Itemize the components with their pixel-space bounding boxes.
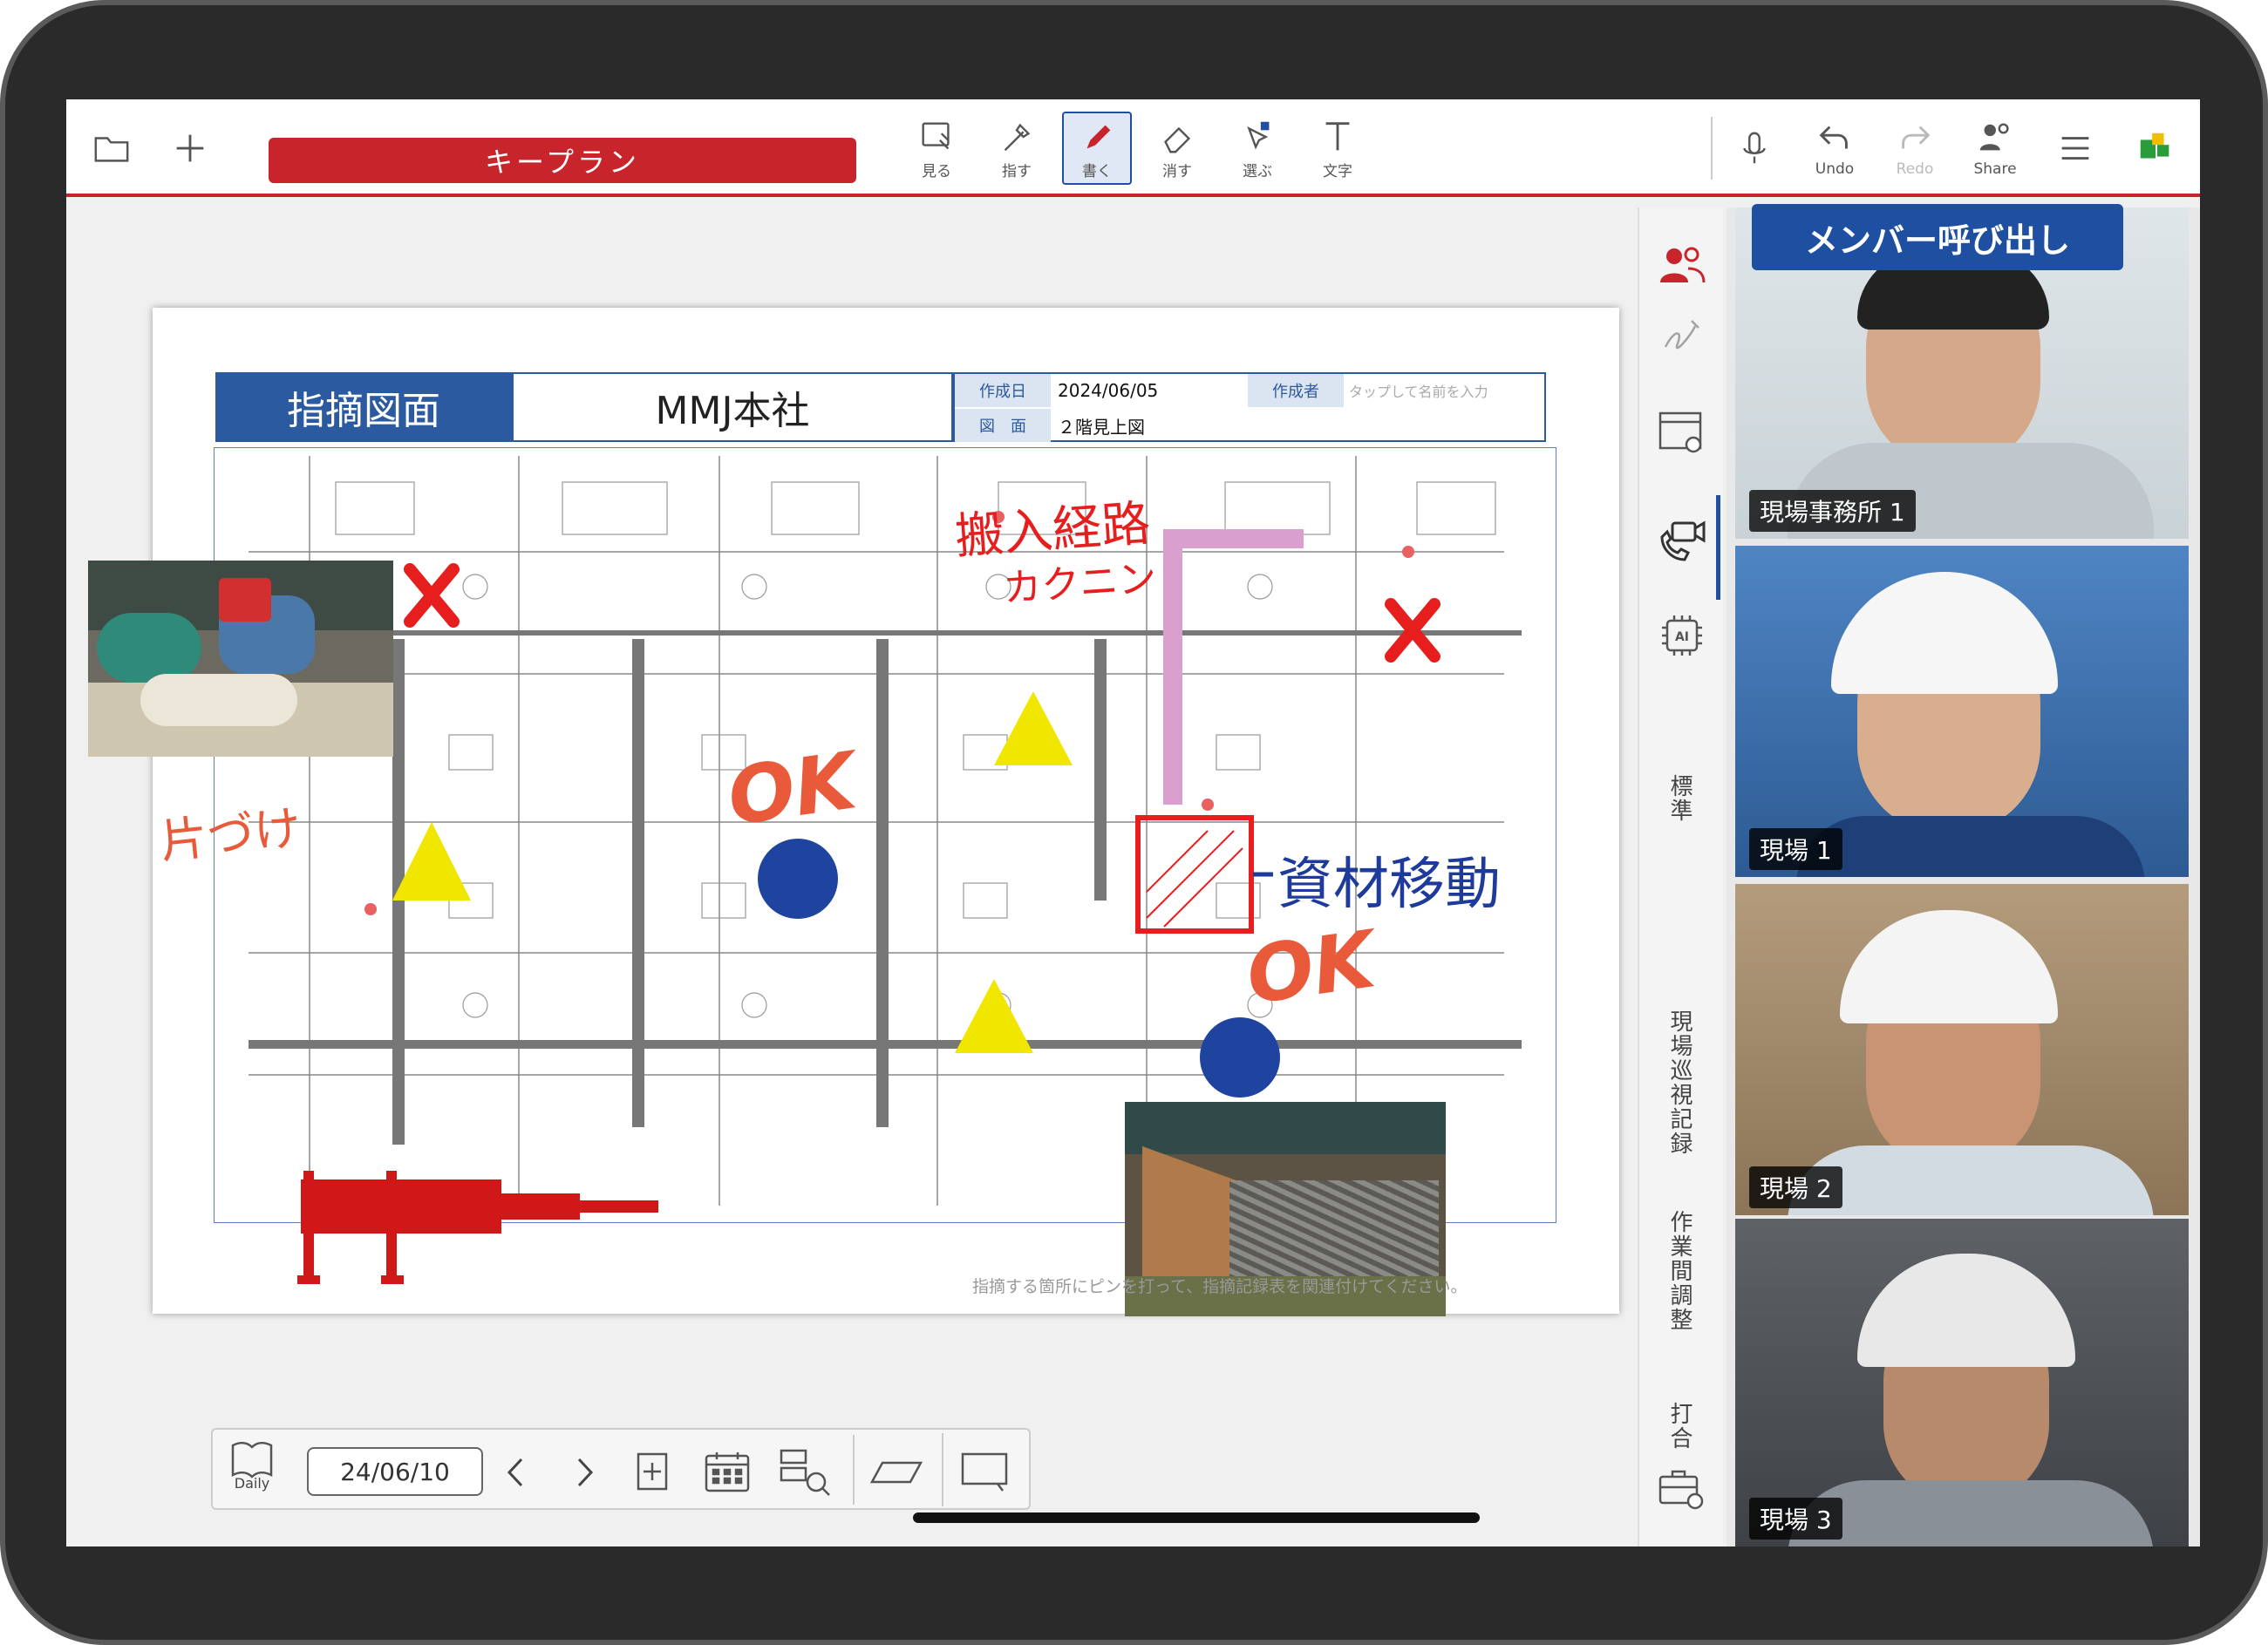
warning-triangle[interactable]: [392, 822, 471, 901]
bottom-navigation-bar: Daily 24/06/10: [211, 1428, 1031, 1510]
tool-select-label: 選ぶ: [1243, 162, 1272, 180]
signature-icon[interactable]: [1657, 312, 1707, 363]
chevron-left-icon[interactable]: [499, 1452, 534, 1492]
folder-icon[interactable]: [77, 112, 146, 185]
participant-name: 現場 3: [1749, 1498, 1842, 1540]
tool-pen[interactable]: 書く: [1062, 112, 1132, 185]
chevron-right-icon[interactable]: [567, 1452, 602, 1492]
tab-standard[interactable]: 標準: [1664, 774, 1696, 823]
helmet-shape: [1831, 572, 2058, 694]
caution-annotation[interactable]: カクニン: [1001, 547, 1158, 613]
tool-text[interactable]: 文字: [1303, 112, 1372, 185]
helmet-shape: [1840, 910, 2058, 1023]
video-tile[interactable]: 現場 3: [1735, 1219, 2189, 1546]
bar-divider: [853, 1435, 855, 1505]
share-label: Share: [1973, 160, 2017, 178]
tab-meeting[interactable]: 打合: [1664, 1402, 1696, 1451]
tab-work-coordination[interactable]: 作業間調整: [1664, 1210, 1696, 1332]
parallelogram-icon[interactable]: [867, 1452, 928, 1492]
tool-pen-label: 書く: [1082, 162, 1112, 180]
undo-button[interactable]: Undo: [1800, 112, 1870, 185]
tool-view[interactable]: 見る: [902, 112, 971, 185]
mic-icon[interactable]: [1720, 112, 1789, 185]
tower-crane-symbol: [297, 1171, 658, 1284]
warning-triangle[interactable]: [955, 979, 1033, 1053]
video-call-panel: 現場事務所 1 現場 1 現場 2 現場 3: [1727, 207, 2200, 1546]
share-button[interactable]: Share: [1960, 112, 2030, 185]
tool-pointer-label: 指す: [1002, 162, 1032, 180]
tool-text-label: 文字: [1323, 162, 1352, 180]
ai-icon[interactable]: AI: [1657, 610, 1707, 661]
home-indicator[interactable]: [913, 1512, 1480, 1523]
add-icon[interactable]: [155, 112, 225, 185]
video-tile[interactable]: 現場 1: [1735, 546, 2189, 877]
add-page-icon[interactable]: [631, 1451, 673, 1492]
toolbox-settings-icon[interactable]: [1657, 1463, 1707, 1513]
call-members-button[interactable]: メンバー呼び出し: [1752, 204, 2123, 270]
tool-eraser[interactable]: 消す: [1142, 112, 1212, 185]
members-icon[interactable]: [1657, 242, 1707, 293]
active-indicator: [1716, 495, 1720, 600]
bar-divider: [942, 1433, 943, 1506]
tab-site-patrol[interactable]: 現場巡視記録: [1664, 1009, 1696, 1156]
undo-label: Undo: [1815, 160, 1855, 178]
warning-triangle[interactable]: [994, 691, 1073, 765]
tool-view-label: 見る: [922, 162, 951, 180]
drawing-document[interactable]: 指摘図面 MMJ本社 作成日 2024/06/05 作成者 タップして名前を入力…: [88, 308, 1619, 1316]
ok-annotation[interactable]: OK: [722, 735, 861, 843]
video-tile[interactable]: 現場 2: [1735, 884, 2189, 1215]
participant-name: 現場 1: [1749, 828, 1842, 870]
ai-label: AI: [1675, 630, 1689, 644]
ok-marker[interactable]: [758, 839, 838, 919]
side-icon-rail: AI 標準 現場巡視記録 作業間調整 打合 記録: [1638, 207, 1723, 1546]
daily-book-icon[interactable]: Daily: [225, 1440, 279, 1499]
plan-title-button[interactable]: キープラン: [269, 138, 856, 183]
menu-icon[interactable]: [2040, 112, 2110, 185]
tool-select[interactable]: 選ぶ: [1223, 112, 1292, 185]
tool-eraser-label: 消す: [1162, 162, 1192, 180]
redo-button[interactable]: Redo: [1880, 112, 1950, 185]
search-list-icon[interactable]: [778, 1447, 834, 1499]
screen-icon[interactable]: [954, 1449, 1015, 1494]
app-screen: キープラン 見る 指す 書く 消す 選ぶ 文字 Undo Redo Share …: [66, 99, 2200, 1546]
participant-name: 現場 2: [1749, 1166, 1842, 1208]
ok-annotation[interactable]: OK: [1241, 914, 1379, 1022]
top-toolbar: キープラン 見る 指す 書く 消す 選ぶ 文字 Undo Redo Share: [66, 99, 2200, 197]
material-move-annotation[interactable]: 資材移動: [1277, 839, 1501, 920]
cleanup-annotation[interactable]: 片づけ: [156, 789, 304, 873]
tool-pointer[interactable]: 指す: [982, 112, 1052, 185]
route-line[interactable]: [1163, 529, 1304, 805]
calendar-icon[interactable]: [701, 1449, 753, 1494]
photo-debris[interactable]: [88, 561, 393, 757]
app-logo: [2121, 112, 2190, 185]
date-field[interactable]: 24/06/10: [307, 1447, 483, 1496]
material-area[interactable]: [1135, 815, 1254, 934]
participant-name: 現場事務所 1: [1749, 490, 1916, 532]
helmet-shape: [1857, 1254, 2075, 1367]
footer-note: 指摘する箇所にピンを打って、指摘記録表を関連付けてください。: [972, 1277, 1468, 1296]
settings-window-icon[interactable]: [1657, 408, 1707, 459]
redo-label: Redo: [1896, 160, 1934, 178]
video-call-icon[interactable]: [1657, 514, 1707, 565]
ok-marker[interactable]: [1200, 1017, 1280, 1098]
toolbar-divider: [1711, 117, 1713, 180]
